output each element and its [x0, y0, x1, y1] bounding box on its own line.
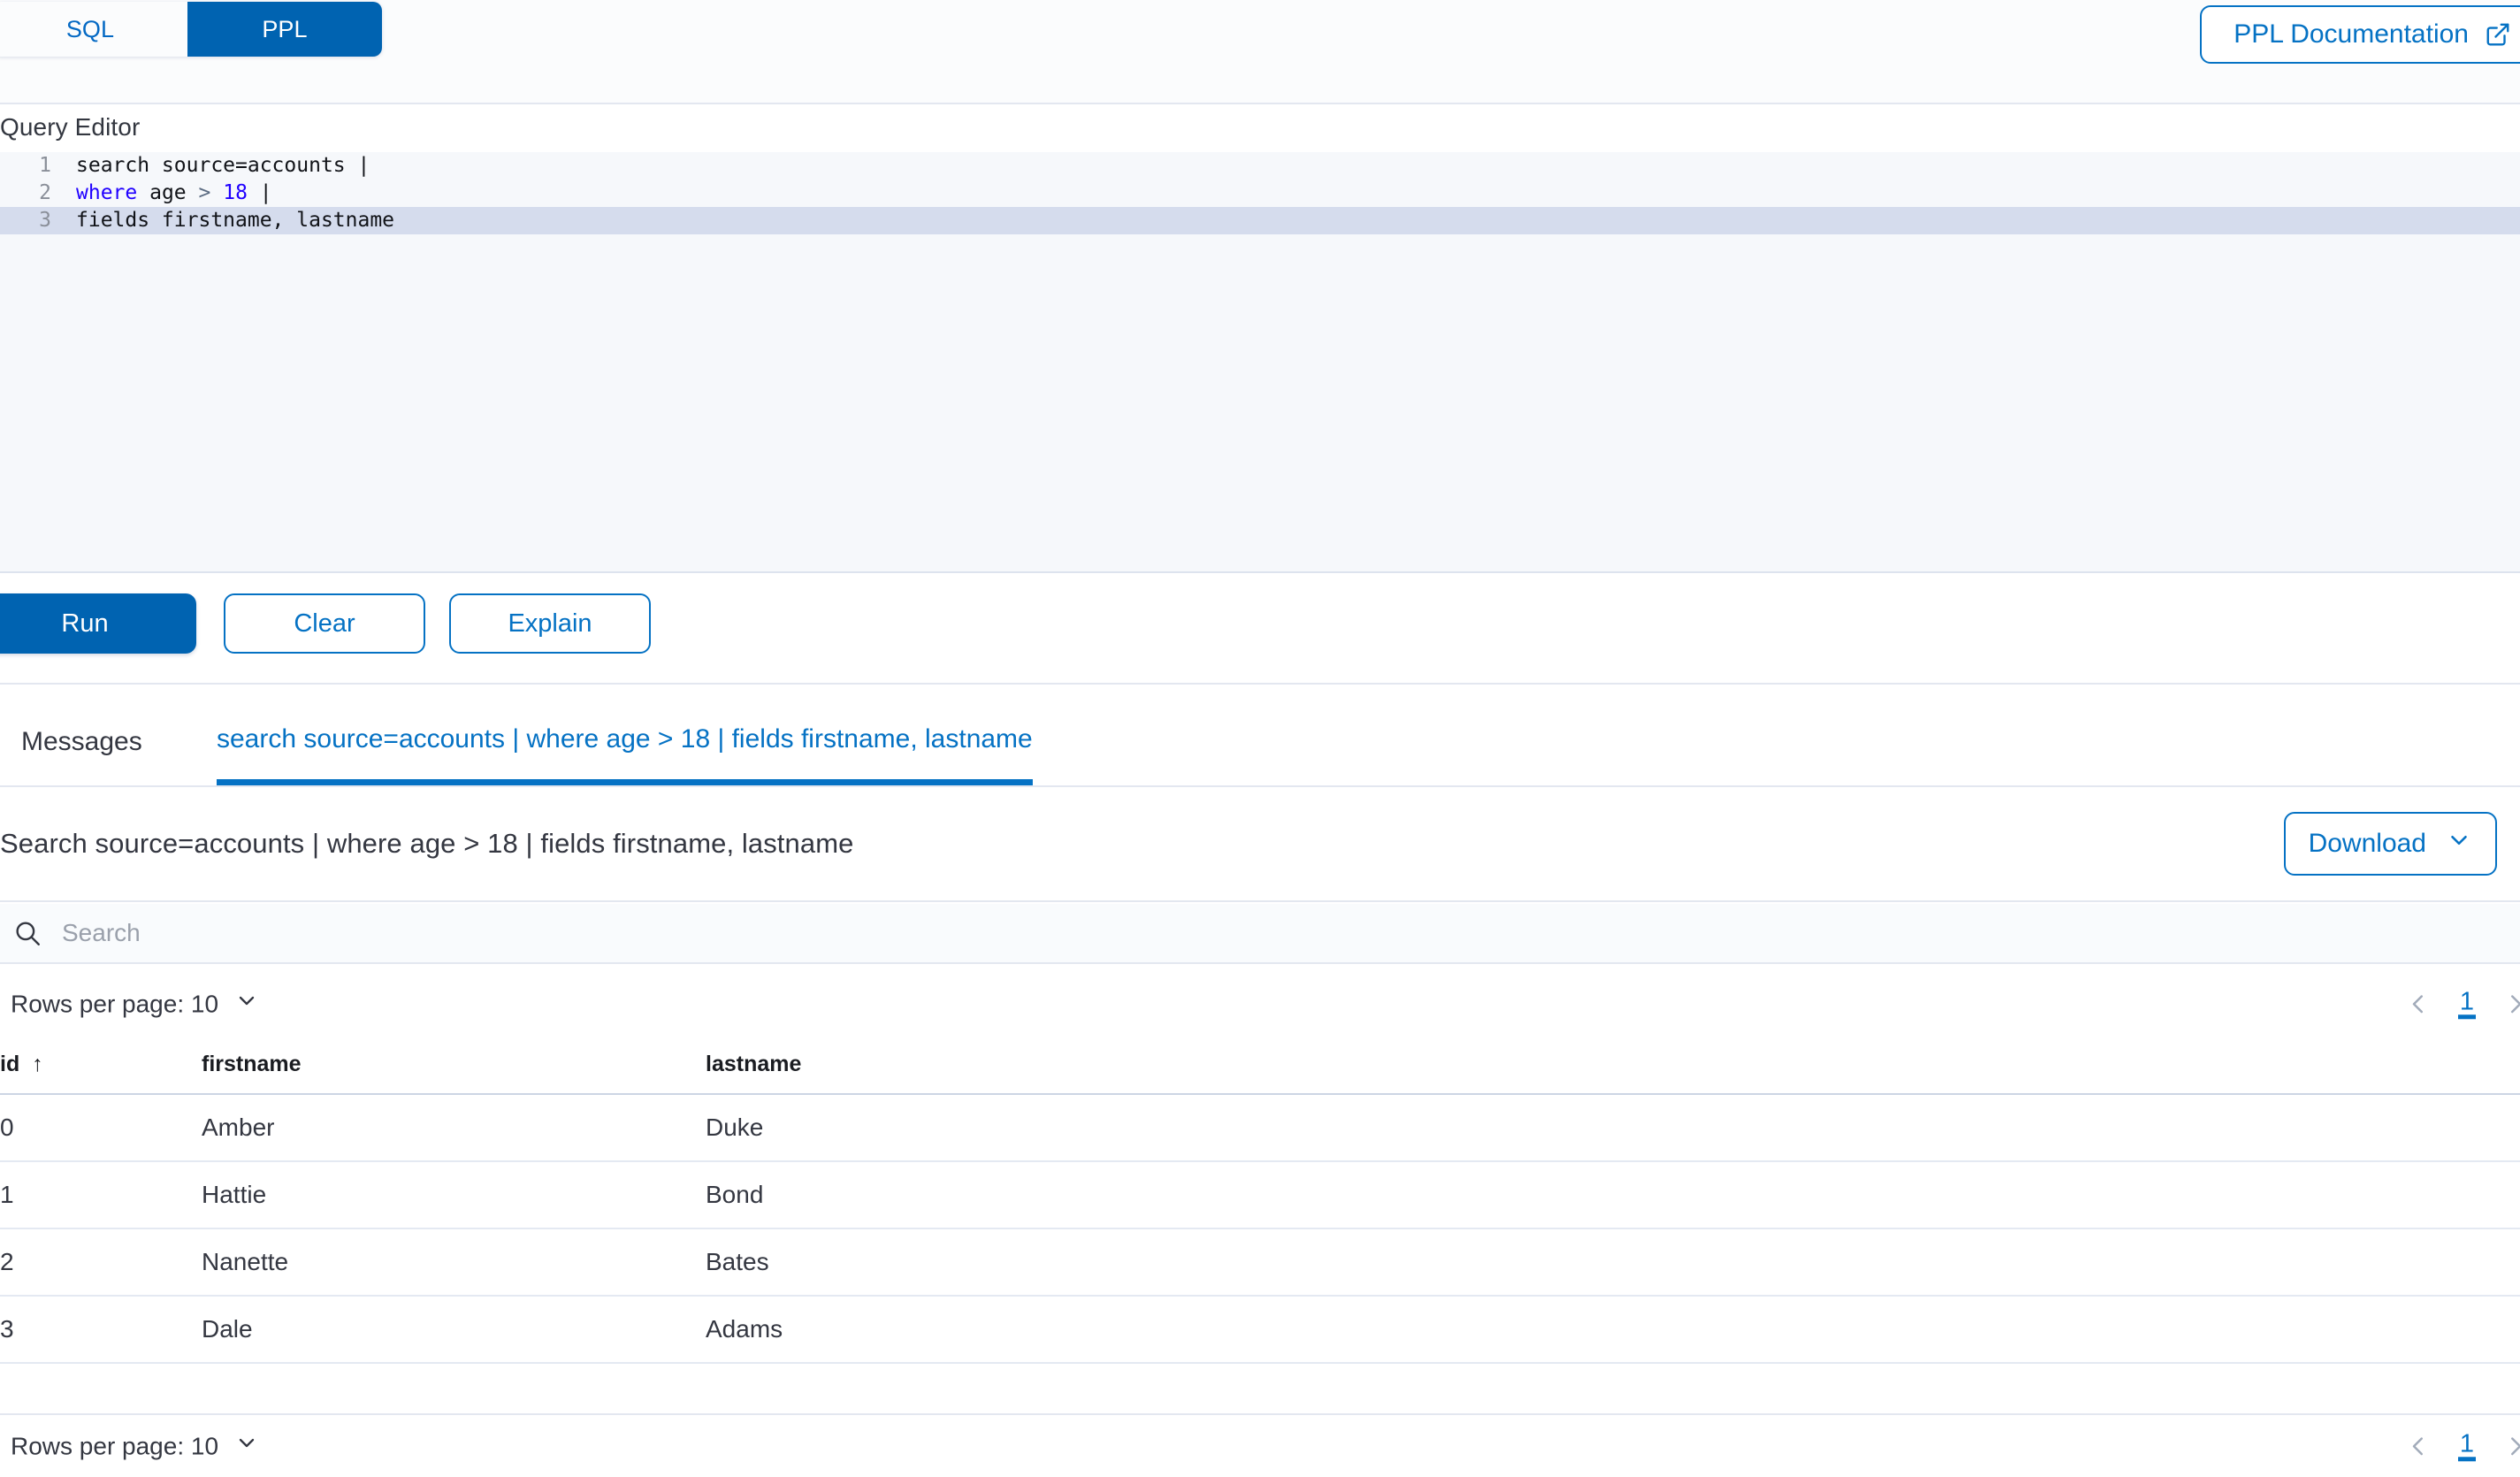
results-pager-bottom: Rows per page: 10 1: [0, 1413, 2520, 1477]
query-editor-code-area[interactable]: 1 search source=accounts | 2 where age >…: [0, 152, 2520, 573]
column-header-id-label: id: [0, 1052, 19, 1077]
clear-button[interactable]: Clear: [224, 593, 425, 654]
top-toolbar: SQL PPL PPL Documentation: [0, 0, 2520, 104]
cell-id: 1: [0, 1181, 14, 1209]
page-number-1[interactable]: 1: [2458, 1430, 2476, 1461]
table-header-row: id ↑ firstname lastname: [0, 1035, 2520, 1095]
pagination-bottom: 1: [2405, 1430, 2520, 1461]
cell-firstname: Amber: [202, 1113, 706, 1142]
code-line-text: where age > 18 |: [51, 180, 272, 207]
explain-button-label: Explain: [508, 609, 592, 639]
search-icon: [12, 918, 42, 948]
code-line-active[interactable]: 3 fields firstname, lastname: [0, 207, 2520, 234]
chevron-right-icon[interactable]: [2502, 1433, 2520, 1459]
tab-query-result[interactable]: search source=accounts | where age > 18 …: [217, 699, 1033, 785]
table-row: 3 Dale Adams: [0, 1297, 2520, 1364]
page-number-1[interactable]: 1: [2458, 988, 2476, 1019]
clear-button-label: Clear: [294, 609, 355, 639]
cell-firstname: Hattie: [202, 1181, 706, 1209]
column-header-firstname[interactable]: firstname: [202, 1052, 706, 1077]
run-button-label: Run: [61, 609, 108, 639]
cell-lastname: Duke: [706, 1113, 2520, 1142]
chevron-down-icon: [2446, 827, 2472, 861]
table-row: 2 Nanette Bates: [0, 1229, 2520, 1297]
code-line-number: 2: [0, 180, 51, 207]
result-query-title: Search source=accounts | where age > 18 …: [0, 828, 853, 860]
code-line-text: search source=accounts |: [51, 152, 370, 180]
query-editor-label: Query Editor: [0, 113, 140, 142]
result-header: Search source=accounts | where age > 18 …: [0, 787, 2520, 902]
cell-firstname: Dale: [202, 1315, 706, 1343]
code-line-number: 3: [0, 207, 51, 234]
chevron-down-icon: [234, 1431, 259, 1462]
rows-per-page-selector-bottom[interactable]: Rows per page: 10: [11, 1431, 259, 1462]
ppl-documentation-label: PPL Documentation: [2234, 19, 2469, 50]
rows-per-page-selector-top[interactable]: Rows per page: 10: [11, 989, 259, 1020]
results-pager-top: Rows per page: 10 1: [0, 973, 2520, 1035]
ppl-query-workbench: SQL PPL PPL Documentation Query Editor 1…: [0, 0, 2520, 1473]
download-button[interactable]: Download: [2284, 812, 2497, 876]
tab-sql[interactable]: SQL: [0, 2, 187, 57]
code-line[interactable]: 1 search source=accounts |: [0, 152, 2520, 180]
tab-ppl-label: PPL: [262, 16, 307, 43]
search-input[interactable]: Search: [62, 919, 141, 947]
cell-firstname: Nanette: [202, 1248, 706, 1276]
rows-per-page-label: Rows per page: 10: [11, 1432, 218, 1460]
arrow-up-icon: ↑: [32, 1052, 43, 1077]
column-header-id[interactable]: id ↑: [0, 1052, 202, 1077]
cell-lastname: Bates: [706, 1248, 2520, 1276]
table-row: 0 Amber Duke: [0, 1095, 2520, 1162]
tab-messages-label: Messages: [21, 727, 142, 757]
editor-actions: Run Clear Explain: [0, 582, 2520, 685]
ppl-documentation-button[interactable]: PPL Documentation: [2200, 5, 2520, 64]
cell-id: 3: [0, 1315, 14, 1343]
cell-id: 2: [0, 1248, 14, 1276]
explain-button[interactable]: Explain: [449, 593, 651, 654]
column-header-lastname[interactable]: lastname: [706, 1052, 2520, 1077]
external-link-icon: [2485, 21, 2511, 48]
pagination-top: 1: [2405, 988, 2520, 1019]
language-tab-group: SQL PPL: [0, 2, 382, 57]
tab-messages[interactable]: Messages: [21, 699, 142, 785]
table-row: 1 Hattie Bond: [0, 1162, 2520, 1229]
results-table: id ↑ firstname lastname 0 Amber Duke 1 H…: [0, 1035, 2520, 1364]
chevron-left-icon[interactable]: [2405, 991, 2432, 1017]
code-line[interactable]: 2 where age > 18 |: [0, 180, 2520, 207]
cell-lastname: Bond: [706, 1181, 2520, 1209]
tab-ppl[interactable]: PPL: [187, 2, 382, 57]
results-search-bar[interactable]: Search: [0, 904, 2520, 964]
cell-lastname: Adams: [706, 1315, 2520, 1343]
chevron-left-icon[interactable]: [2405, 1433, 2432, 1459]
code-line-number: 1: [0, 152, 51, 180]
code-line-text: fields firstname, lastname: [51, 207, 394, 234]
cell-id: 0: [0, 1113, 14, 1142]
chevron-right-icon[interactable]: [2502, 991, 2520, 1017]
result-tab-group: Messages search source=accounts | where …: [0, 699, 2520, 787]
tab-query-result-label: search source=accounts | where age > 18 …: [217, 724, 1033, 754]
tab-sql-label: SQL: [66, 16, 114, 43]
rows-per-page-label: Rows per page: 10: [11, 990, 218, 1018]
chevron-down-icon: [234, 989, 259, 1020]
run-button[interactable]: Run: [0, 593, 196, 654]
download-button-label: Download: [2309, 829, 2426, 859]
